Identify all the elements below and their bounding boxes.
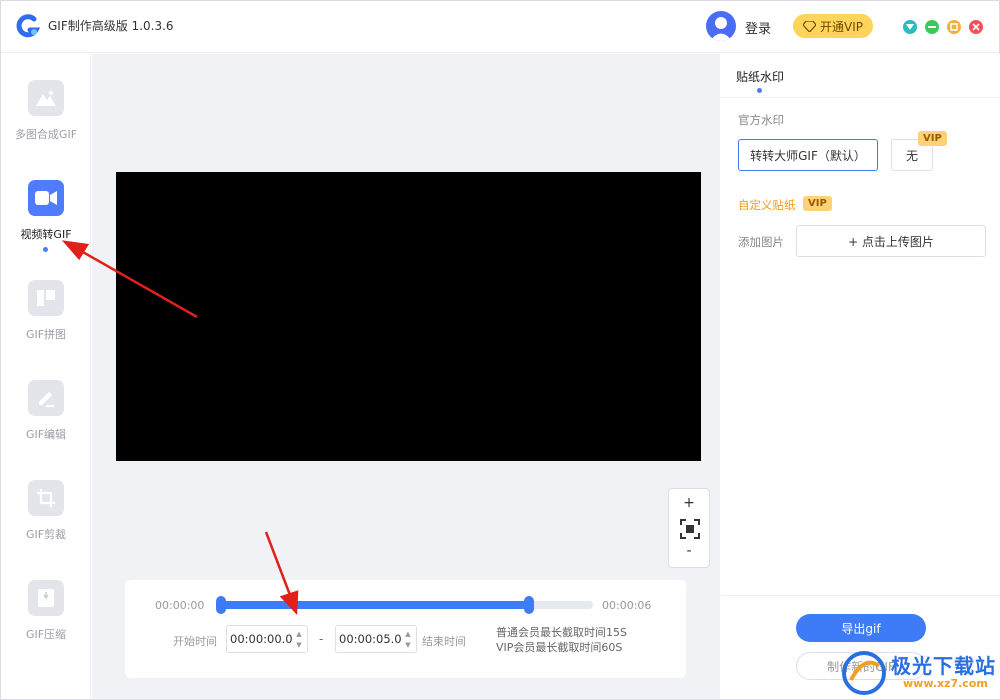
close-button[interactable]	[969, 20, 983, 34]
user-avatar-icon[interactable]	[706, 11, 736, 41]
end-time-stepper[interactable]: ▲ ▼	[403, 629, 413, 651]
canvas-area: + - 00:00:00 00:00:06 开始时间 ▲▼ -	[92, 54, 720, 699]
divider	[721, 595, 1000, 596]
app-logo-icon	[16, 14, 41, 38]
video-camera-icon	[28, 180, 64, 216]
official-watermark-label: 官方水印	[738, 113, 784, 127]
divider	[721, 97, 1000, 98]
active-indicator	[43, 247, 48, 252]
vip-member-limit: VIP会员最长截取时间60S	[496, 641, 623, 654]
end-time-input[interactable]: ▲▼	[335, 625, 417, 653]
site-logo-icon	[842, 651, 886, 695]
watermark-option-default[interactable]: 转转大师GIF（默认）	[738, 139, 878, 171]
crop-icon	[28, 480, 64, 516]
mountain-image-icon	[28, 80, 64, 116]
right-panel: 贴纸水印 官方水印 转转大师GIF（默认） 无 VIP 自定义贴纸 VIP 添加…	[721, 54, 1000, 699]
app-window: GIF制作高级版 1.0.3.6 登录 开通VIP 多图合成GIF 视频转GIF…	[0, 0, 1000, 700]
end-time-field[interactable]	[339, 631, 401, 647]
sidebar-item-crop[interactable]: GIF剪裁	[1, 480, 91, 560]
minimize-icon	[928, 26, 936, 28]
watermark-option-label: 无	[905, 148, 918, 163]
fit-screen-icon[interactable]	[680, 519, 700, 539]
custom-sticker-label: 自定义贴纸	[738, 198, 796, 212]
title-bar: GIF制作高级版 1.0.3.6 登录 开通VIP	[1, 1, 999, 53]
add-image-label: 添加图片	[738, 235, 784, 249]
start-time-input[interactable]: ▲▼	[226, 625, 308, 653]
site-watermark: 极光下载站 www.xz7.com	[839, 647, 999, 699]
export-gif-button[interactable]: 导出gif	[796, 614, 926, 642]
watermark-option-label: 转转大师GIF（默认）	[750, 148, 866, 163]
sidebar-item-compress[interactable]: GIF压缩	[1, 580, 91, 660]
timeline-selection	[218, 601, 530, 609]
clip-limit-note: 普通会员最长截取时间15S VIP会员最长截取时间60S	[496, 625, 627, 655]
site-watermark-url: www.xz7.com	[903, 677, 988, 690]
zoom-in-button[interactable]: +	[669, 495, 709, 511]
sidebar-item-video-to-gif[interactable]: 视频转GIF	[1, 180, 91, 260]
stepper-down-icon[interactable]: ▼	[403, 640, 413, 651]
start-time-stepper[interactable]: ▲ ▼	[294, 629, 304, 651]
sidebar-item-collage[interactable]: GIF拼图	[1, 280, 91, 360]
menu-icon	[906, 24, 914, 30]
sidebar: 多图合成GIF 视频转GIF GIF拼图 GIF编辑 GIF剪裁 GIF压缩	[1, 54, 91, 699]
timeline-track[interactable]	[216, 596, 593, 614]
time-separator: -	[319, 632, 324, 646]
timeline-end-time: 00:00:06	[602, 599, 652, 612]
stepper-down-icon[interactable]: ▼	[294, 640, 304, 651]
compress-icon	[28, 580, 64, 616]
sidebar-item-edit[interactable]: GIF编辑	[1, 380, 91, 460]
vip-badge: VIP	[918, 131, 947, 146]
sidebar-item-label: GIF编辑	[25, 428, 67, 441]
tab-sticker-watermark[interactable]: 贴纸水印	[736, 68, 784, 85]
timeline-start-handle[interactable]	[216, 596, 226, 614]
vip-badge: VIP	[803, 196, 832, 211]
open-vip-label: 开通VIP	[820, 19, 863, 34]
sidebar-item-label: GIF压缩	[25, 628, 67, 641]
minimize-button[interactable]	[925, 20, 939, 34]
diamond-icon	[803, 20, 816, 32]
video-preview[interactable]	[116, 172, 701, 461]
timeline-end-handle[interactable]	[524, 596, 535, 614]
timeline-start-time: 00:00:00	[155, 599, 205, 612]
stepper-up-icon[interactable]: ▲	[294, 629, 304, 640]
zoom-out-button[interactable]: -	[669, 543, 709, 559]
active-tab-indicator	[757, 88, 762, 93]
start-time-field[interactable]	[230, 631, 292, 647]
zoom-controls: + -	[668, 488, 710, 568]
sidebar-item-multi-image[interactable]: 多图合成GIF	[1, 80, 91, 160]
start-time-label: 开始时间	[173, 635, 217, 648]
pencil-edit-icon	[28, 380, 64, 416]
window-menu-button[interactable]	[903, 20, 917, 34]
sidebar-item-label: 多图合成GIF	[14, 128, 78, 141]
site-watermark-title: 极光下载站	[891, 654, 996, 678]
maximize-button[interactable]	[947, 20, 961, 34]
stepper-up-icon[interactable]: ▲	[403, 629, 413, 640]
sidebar-item-label: 视频转GIF	[20, 228, 72, 241]
open-vip-button[interactable]: 开通VIP	[793, 14, 873, 38]
sidebar-item-label: GIF剪裁	[25, 528, 67, 541]
upload-image-button[interactable]: + 点击上传图片	[796, 225, 986, 257]
end-time-label: 结束时间	[422, 635, 466, 648]
close-icon	[972, 23, 980, 31]
maximize-icon	[950, 23, 958, 31]
app-title: GIF制作高级版 1.0.3.6	[48, 19, 174, 33]
normal-member-limit: 普通会员最长截取时间15S	[496, 626, 627, 639]
timeline-panel: 00:00:00 00:00:06 开始时间 ▲▼ - ▲▼ 结束时间 普通会员…	[125, 580, 686, 678]
login-link[interactable]: 登录	[745, 18, 771, 37]
sidebar-item-label: GIF拼图	[25, 328, 67, 341]
collage-icon	[28, 280, 64, 316]
